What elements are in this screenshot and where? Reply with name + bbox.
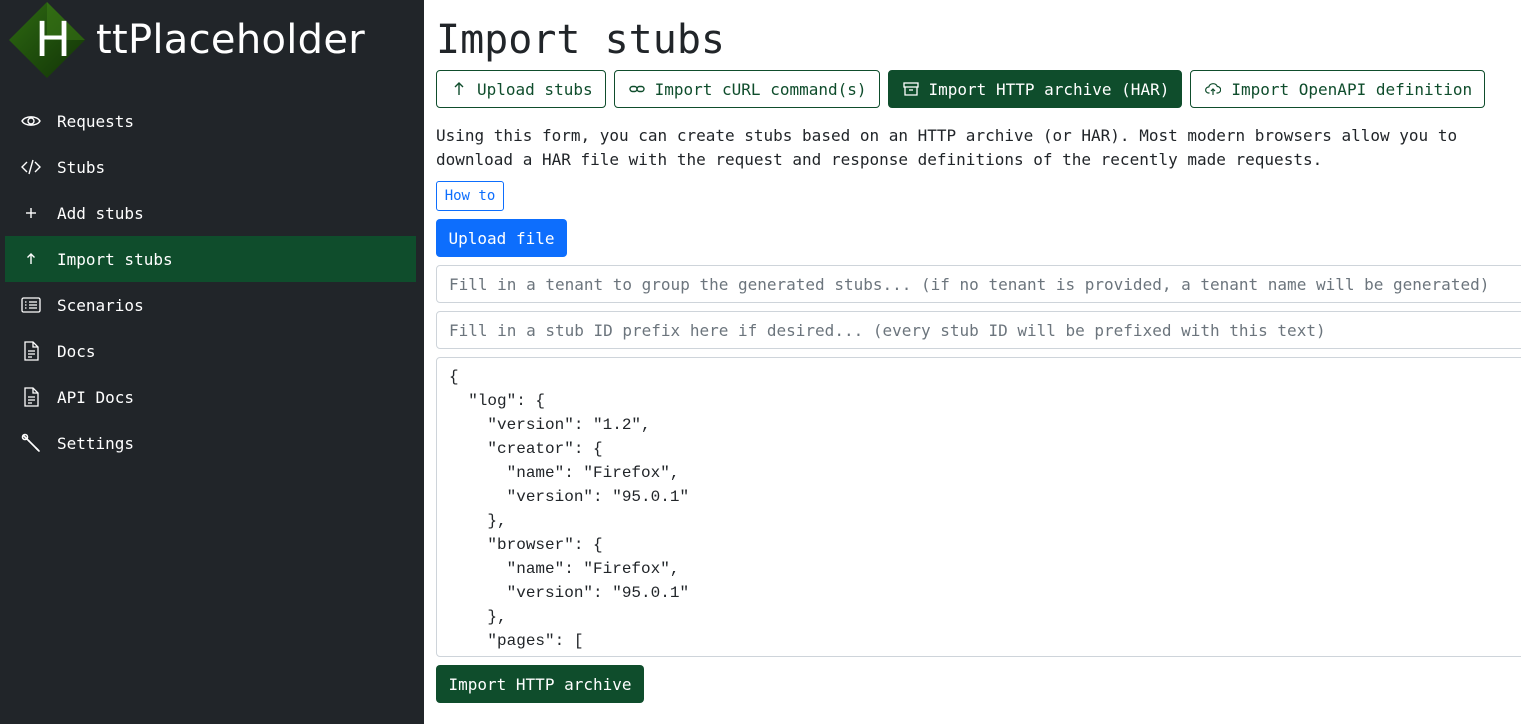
tab-import-openapi[interactable]: Import OpenAPI definition (1190, 70, 1486, 108)
sidebar-item-label: Requests (57, 111, 135, 131)
link-icon (628, 81, 645, 97)
tab-label: Import OpenAPI definition (1231, 79, 1473, 99)
cloud-upload-icon (1205, 81, 1222, 97)
sidebar-item-docs[interactable]: Docs (5, 328, 416, 374)
main-content: Import stubs Upload stubs Import cURL co… (436, 0, 1521, 724)
tab-import-har[interactable]: Import HTTP archive (HAR) (887, 70, 1183, 108)
wrench-icon (21, 433, 41, 453)
sidebar-item-label: Add stubs (57, 203, 144, 223)
logo-letter: H (34, 12, 72, 68)
logo-text: ttPlaceholder (96, 17, 365, 63)
sidebar-nav: Requests Stubs Add stubs Import stubs Sc… (5, 98, 416, 466)
tab-label: Import cURL command(s) (654, 79, 867, 99)
sidebar-item-requests[interactable]: Requests (5, 98, 416, 144)
how-to-button[interactable]: How to (436, 181, 504, 211)
tab-import-curl[interactable]: Import cURL command(s) (613, 70, 880, 108)
har-textarea[interactable]: { "log": { "version": "1.2", "creator": … (436, 357, 1521, 657)
list-icon (21, 295, 41, 315)
document-icon (21, 387, 41, 407)
sidebar-item-label: Stubs (57, 157, 106, 177)
sidebar-item-scenarios[interactable]: Scenarios (5, 282, 416, 328)
sidebar-item-label: Scenarios (57, 295, 144, 315)
plus-icon (21, 203, 41, 223)
arrow-up-icon (21, 249, 41, 269)
arrow-up-icon (451, 81, 467, 97)
tab-upload-stubs[interactable]: Upload stubs (436, 70, 606, 108)
sidebar-item-label: Settings (57, 433, 135, 453)
sidebar-item-stubs[interactable]: Stubs (5, 144, 416, 190)
sidebar-item-label: Import stubs (57, 249, 173, 269)
sidebar-item-add-stubs[interactable]: Add stubs (5, 190, 416, 236)
sidebar-item-import-stubs[interactable]: Import stubs (5, 236, 416, 282)
tab-label: Import HTTP archive (HAR) (928, 79, 1170, 99)
stub-id-prefix-input[interactable] (436, 311, 1521, 349)
sidebar-item-api-docs[interactable]: API Docs (5, 374, 416, 420)
code-icon (21, 157, 41, 177)
archive-icon (902, 81, 919, 97)
tenant-input[interactable] (436, 265, 1521, 303)
page-title: Import stubs (436, 17, 725, 63)
sidebar-item-label: API Docs (57, 387, 135, 407)
har-description: Using this form, you can create stubs ba… (436, 126, 1458, 169)
import-http-archive-button[interactable]: Import HTTP archive (436, 665, 644, 703)
sidebar-item-settings[interactable]: Settings (5, 420, 416, 466)
eye-icon (21, 111, 41, 131)
document-icon (21, 341, 41, 361)
app-logo[interactable]: H ttPlaceholder (0, 0, 424, 84)
tab-label: Upload stubs (477, 79, 593, 99)
sidebar: H ttPlaceholder Requests Stubs Add stubs (0, 0, 424, 724)
sidebar-item-label: Docs (57, 341, 96, 361)
upload-file-button[interactable]: Upload file (436, 219, 567, 257)
import-tabs: Upload stubs Import cURL command(s) Impo… (436, 70, 1486, 108)
